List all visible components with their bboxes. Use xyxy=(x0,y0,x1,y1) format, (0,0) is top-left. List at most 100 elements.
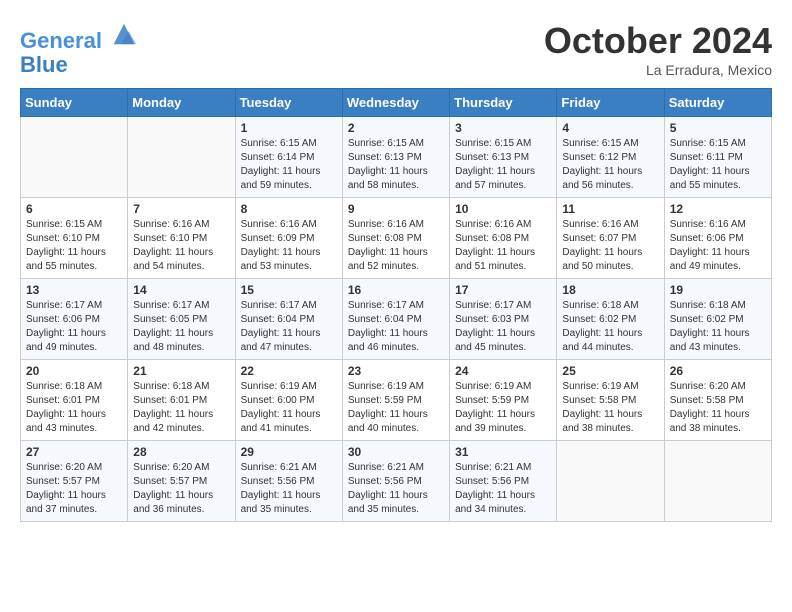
day-number: 20 xyxy=(26,364,122,378)
day-number: 13 xyxy=(26,283,122,297)
day-info: Sunrise: 6:19 AM Sunset: 5:59 PM Dayligh… xyxy=(348,380,444,436)
logo-blue: Blue xyxy=(20,53,138,77)
day-number: 2 xyxy=(348,121,444,135)
day-info: Sunrise: 6:19 AM Sunset: 5:58 PM Dayligh… xyxy=(562,380,658,436)
day-number: 24 xyxy=(455,364,551,378)
weekday-monday: Monday xyxy=(128,89,235,117)
week-row-3: 13 Sunrise: 6:17 AM Sunset: 6:06 PM Dayli… xyxy=(21,279,772,360)
day-info: Sunrise: 6:15 AM Sunset: 6:13 PM Dayligh… xyxy=(348,137,444,193)
day-info: Sunrise: 6:21 AM Sunset: 5:56 PM Dayligh… xyxy=(241,461,337,517)
calendar-header: SundayMondayTuesdayWednesdayThursdayFrid… xyxy=(21,89,772,117)
day-number: 14 xyxy=(133,283,229,297)
logo: General Blue xyxy=(20,20,138,77)
day-cell: 26 Sunrise: 6:20 AM Sunset: 5:58 PM Dayli… xyxy=(664,360,771,441)
day-number: 9 xyxy=(348,202,444,216)
day-cell: 27 Sunrise: 6:20 AM Sunset: 5:57 PM Dayli… xyxy=(21,441,128,522)
day-cell: 25Sunrise: 6:19 AM Sunset: 5:58 PM Dayli… xyxy=(557,360,664,441)
week-row-2: 6 Sunrise: 6:15 AM Sunset: 6:10 PM Daylig… xyxy=(21,198,772,279)
day-cell: 15Sunrise: 6:17 AM Sunset: 6:04 PM Dayli… xyxy=(235,279,342,360)
day-cell xyxy=(21,117,128,198)
week-row-1: 1 Sunrise: 6:15 AM Sunset: 6:14 PM Daylig… xyxy=(21,117,772,198)
day-info: Sunrise: 6:15 AM Sunset: 6:12 PM Dayligh… xyxy=(562,137,658,193)
day-info: Sunrise: 6:18 AM Sunset: 6:01 PM Dayligh… xyxy=(133,380,229,436)
day-info: Sunrise: 6:21 AM Sunset: 5:56 PM Dayligh… xyxy=(348,461,444,517)
day-cell: 20 Sunrise: 6:18 AM Sunset: 6:01 PM Dayli… xyxy=(21,360,128,441)
day-cell: 4Sunrise: 6:15 AM Sunset: 6:12 PM Daylig… xyxy=(557,117,664,198)
day-number: 21 xyxy=(133,364,229,378)
day-number: 6 xyxy=(26,202,122,216)
logo-text: General xyxy=(20,20,138,53)
day-info: Sunrise: 6:15 AM Sunset: 6:13 PM Dayligh… xyxy=(455,137,551,193)
day-info: Sunrise: 6:18 AM Sunset: 6:01 PM Dayligh… xyxy=(26,380,122,436)
day-cell: 10 Sunrise: 6:16 AM Sunset: 6:08 PM Dayli… xyxy=(450,198,557,279)
day-info: Sunrise: 6:15 AM Sunset: 6:10 PM Dayligh… xyxy=(26,218,122,274)
day-cell xyxy=(128,117,235,198)
week-row-5: 27 Sunrise: 6:20 AM Sunset: 5:57 PM Dayli… xyxy=(21,441,772,522)
day-number: 30 xyxy=(348,445,444,459)
weekday-friday: Friday xyxy=(557,89,664,117)
day-number: 19 xyxy=(670,283,766,297)
weekday-saturday: Saturday xyxy=(664,89,771,117)
day-cell: 23 Sunrise: 6:19 AM Sunset: 5:59 PM Dayli… xyxy=(342,360,449,441)
day-info: Sunrise: 6:19 AM Sunset: 6:00 PM Dayligh… xyxy=(241,380,337,436)
day-cell: 28 Sunrise: 6:20 AM Sunset: 5:57 PM Dayli… xyxy=(128,441,235,522)
day-cell xyxy=(557,441,664,522)
day-cell: 24 Sunrise: 6:19 AM Sunset: 5:59 PM Dayli… xyxy=(450,360,557,441)
day-cell: 18Sunrise: 6:18 AM Sunset: 6:02 PM Dayli… xyxy=(557,279,664,360)
weekday-header-row: SundayMondayTuesdayWednesdayThursdayFrid… xyxy=(21,89,772,117)
day-info: Sunrise: 6:16 AM Sunset: 6:08 PM Dayligh… xyxy=(455,218,551,274)
day-number: 28 xyxy=(133,445,229,459)
day-info: Sunrise: 6:16 AM Sunset: 6:10 PM Dayligh… xyxy=(133,218,229,274)
day-cell: 17Sunrise: 6:17 AM Sunset: 6:03 PM Dayli… xyxy=(450,279,557,360)
day-cell: 22 Sunrise: 6:19 AM Sunset: 6:00 PM Dayli… xyxy=(235,360,342,441)
day-info: Sunrise: 6:16 AM Sunset: 6:09 PM Dayligh… xyxy=(241,218,337,274)
day-number: 10 xyxy=(455,202,551,216)
day-cell: 31Sunrise: 6:21 AM Sunset: 5:56 PM Dayli… xyxy=(450,441,557,522)
day-cell: 14 Sunrise: 6:17 AM Sunset: 6:05 PM Dayli… xyxy=(128,279,235,360)
weekday-thursday: Thursday xyxy=(450,89,557,117)
day-cell: 29 Sunrise: 6:21 AM Sunset: 5:56 PM Dayli… xyxy=(235,441,342,522)
weekday-wednesday: Wednesday xyxy=(342,89,449,117)
day-number: 3 xyxy=(455,121,551,135)
day-info: Sunrise: 6:20 AM Sunset: 5:57 PM Dayligh… xyxy=(26,461,122,517)
day-cell: 7Sunrise: 6:16 AM Sunset: 6:10 PM Daylig… xyxy=(128,198,235,279)
title-block: October 2024 La Erradura, Mexico xyxy=(544,20,772,78)
day-cell: 30 Sunrise: 6:21 AM Sunset: 5:56 PM Dayli… xyxy=(342,441,449,522)
page-header: General Blue October 2024 La Erradura, M… xyxy=(20,20,772,78)
day-info: Sunrise: 6:16 AM Sunset: 6:06 PM Dayligh… xyxy=(670,218,766,274)
day-number: 23 xyxy=(348,364,444,378)
day-info: Sunrise: 6:15 AM Sunset: 6:14 PM Dayligh… xyxy=(241,137,337,193)
calendar-body: 1 Sunrise: 6:15 AM Sunset: 6:14 PM Daylig… xyxy=(21,117,772,522)
day-info: Sunrise: 6:17 AM Sunset: 6:03 PM Dayligh… xyxy=(455,299,551,355)
day-number: 12 xyxy=(670,202,766,216)
day-number: 26 xyxy=(670,364,766,378)
day-info: Sunrise: 6:17 AM Sunset: 6:05 PM Dayligh… xyxy=(133,299,229,355)
day-cell: 13 Sunrise: 6:17 AM Sunset: 6:06 PM Dayli… xyxy=(21,279,128,360)
day-cell: 11 Sunrise: 6:16 AM Sunset: 6:07 PM Dayli… xyxy=(557,198,664,279)
day-cell: 19 Sunrise: 6:18 AM Sunset: 6:02 PM Dayli… xyxy=(664,279,771,360)
day-number: 29 xyxy=(241,445,337,459)
day-info: Sunrise: 6:19 AM Sunset: 5:59 PM Dayligh… xyxy=(455,380,551,436)
day-number: 8 xyxy=(241,202,337,216)
day-info: Sunrise: 6:18 AM Sunset: 6:02 PM Dayligh… xyxy=(670,299,766,355)
day-info: Sunrise: 6:18 AM Sunset: 6:02 PM Dayligh… xyxy=(562,299,658,355)
day-cell: 1 Sunrise: 6:15 AM Sunset: 6:14 PM Daylig… xyxy=(235,117,342,198)
day-info: Sunrise: 6:20 AM Sunset: 5:57 PM Dayligh… xyxy=(133,461,229,517)
day-number: 1 xyxy=(241,121,337,135)
location: La Erradura, Mexico xyxy=(544,62,772,78)
day-number: 11 xyxy=(562,202,658,216)
day-cell: 5Sunrise: 6:15 AM Sunset: 6:11 PM Daylig… xyxy=(664,117,771,198)
week-row-4: 20 Sunrise: 6:18 AM Sunset: 6:01 PM Dayli… xyxy=(21,360,772,441)
day-info: Sunrise: 6:17 AM Sunset: 6:04 PM Dayligh… xyxy=(348,299,444,355)
day-info: Sunrise: 6:16 AM Sunset: 6:07 PM Dayligh… xyxy=(562,218,658,274)
day-info: Sunrise: 6:15 AM Sunset: 6:11 PM Dayligh… xyxy=(670,137,766,193)
logo-icon xyxy=(110,20,138,48)
day-number: 27 xyxy=(26,445,122,459)
day-info: Sunrise: 6:20 AM Sunset: 5:58 PM Dayligh… xyxy=(670,380,766,436)
weekday-tuesday: Tuesday xyxy=(235,89,342,117)
day-cell: 21 Sunrise: 6:18 AM Sunset: 6:01 PM Dayli… xyxy=(128,360,235,441)
day-cell xyxy=(664,441,771,522)
day-number: 22 xyxy=(241,364,337,378)
day-info: Sunrise: 6:21 AM Sunset: 5:56 PM Dayligh… xyxy=(455,461,551,517)
day-info: Sunrise: 6:17 AM Sunset: 6:06 PM Dayligh… xyxy=(26,299,122,355)
